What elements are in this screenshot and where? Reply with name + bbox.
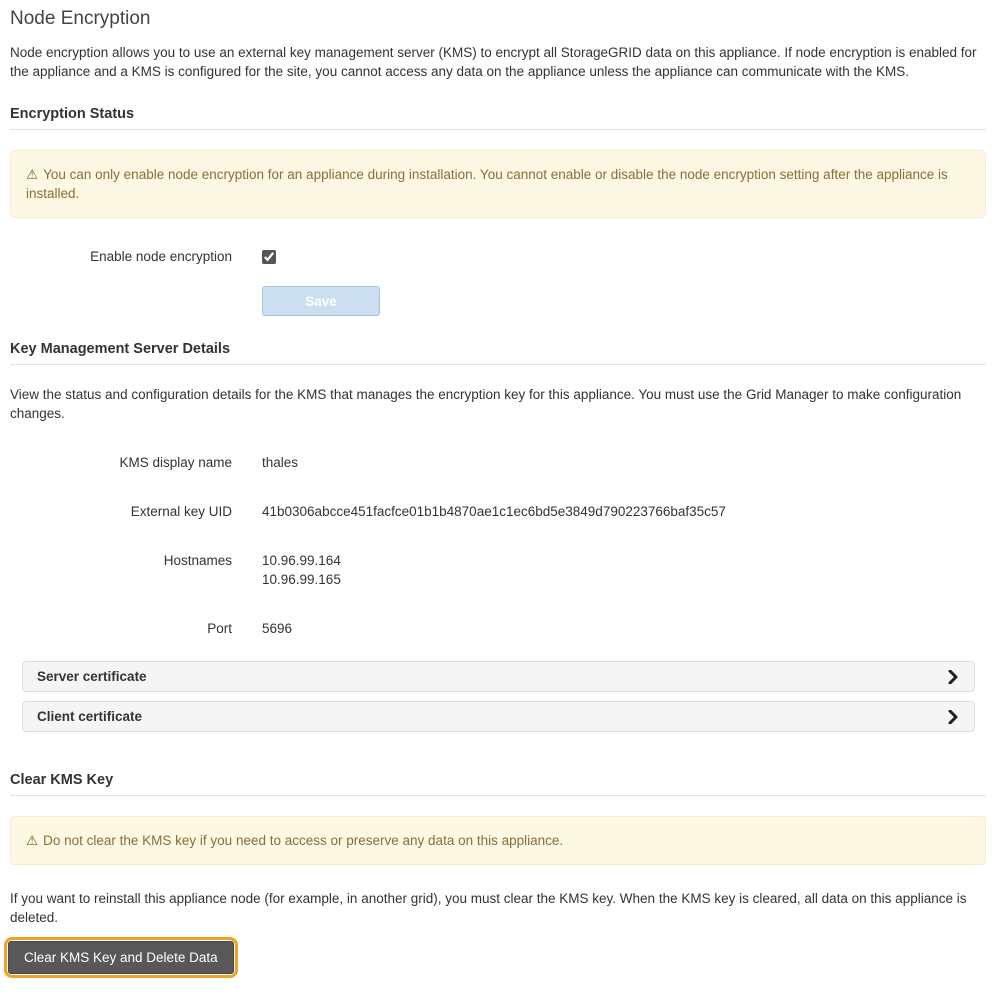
warning-icon: ⚠ — [26, 167, 39, 182]
clear-kms-key-heading: Clear KMS Key — [10, 772, 986, 796]
clear-kms-warning-banner: ⚠ Do not clear the KMS key if you need to… — [10, 816, 986, 865]
enable-node-encryption-checkbox[interactable] — [262, 249, 276, 264]
server-certificate-accordion[interactable]: Server certificate — [22, 661, 975, 692]
encryption-status-heading: Encryption Status — [10, 106, 986, 130]
hostname-2: 10.96.99.165 — [262, 572, 341, 587]
save-row: Save — [262, 286, 986, 316]
port-row: Port 5696 — [10, 619, 986, 638]
hostnames-value: 10.96.99.164 10.96.99.165 — [262, 551, 341, 589]
hostnames-label: Hostnames — [163, 553, 232, 568]
kms-details-heading: Key Management Server Details — [10, 341, 986, 365]
warning-icon: ⚠ — [26, 833, 39, 848]
certificate-accordions: Server certificate Client certificate — [22, 661, 975, 732]
kms-display-name-label: KMS display name — [119, 455, 232, 470]
client-certificate-label: Client certificate — [37, 709, 143, 724]
clear-kms-description: If you want to reinstall this appliance … — [10, 891, 967, 925]
external-key-uid-value: 41b0306abcce451facfce01b1b4870ae1c1ec6bd… — [262, 504, 726, 519]
hostname-1: 10.96.99.164 — [262, 553, 341, 568]
kms-details-description: View the status and configuration detail… — [10, 387, 962, 421]
encryption-status-warning-text: You can only enable node encryption for … — [26, 167, 948, 201]
encryption-status-warning-banner: ⚠ You can only enable node encryption for… — [10, 150, 986, 218]
page-title: Node Encryption — [10, 8, 151, 29]
clear-kms-warning-text: Do not clear the KMS key if you need to … — [43, 833, 564, 848]
external-key-uid-label: External key UID — [130, 504, 232, 519]
clear-kms-key-button[interactable]: Clear KMS Key and Delete Data — [8, 941, 234, 974]
server-certificate-label: Server certificate — [37, 669, 147, 684]
hostnames-row: Hostnames 10.96.99.164 10.96.99.165 — [10, 551, 986, 589]
enable-node-encryption-row: Enable node encryption — [10, 249, 986, 264]
chevron-right-icon — [948, 709, 958, 724]
save-button[interactable]: Save — [262, 286, 380, 316]
page-intro: Node encryption allows you to use an ext… — [10, 45, 977, 79]
port-value: 5696 — [262, 621, 293, 636]
client-certificate-accordion[interactable]: Client certificate — [22, 701, 975, 732]
chevron-right-icon — [948, 669, 958, 684]
external-key-uid-row: External key UID 41b0306abcce451facfce01… — [10, 502, 986, 521]
kms-display-name-value: thales — [262, 455, 299, 470]
kms-display-name-row: KMS display name thales — [10, 453, 986, 472]
node-encryption-page: Node Encryption Node encryption allows y… — [0, 0, 996, 998]
enable-node-encryption-label: Enable node encryption — [90, 249, 232, 264]
port-label: Port — [207, 621, 232, 636]
highlight-ring: Clear KMS Key and Delete Data — [4, 937, 238, 978]
